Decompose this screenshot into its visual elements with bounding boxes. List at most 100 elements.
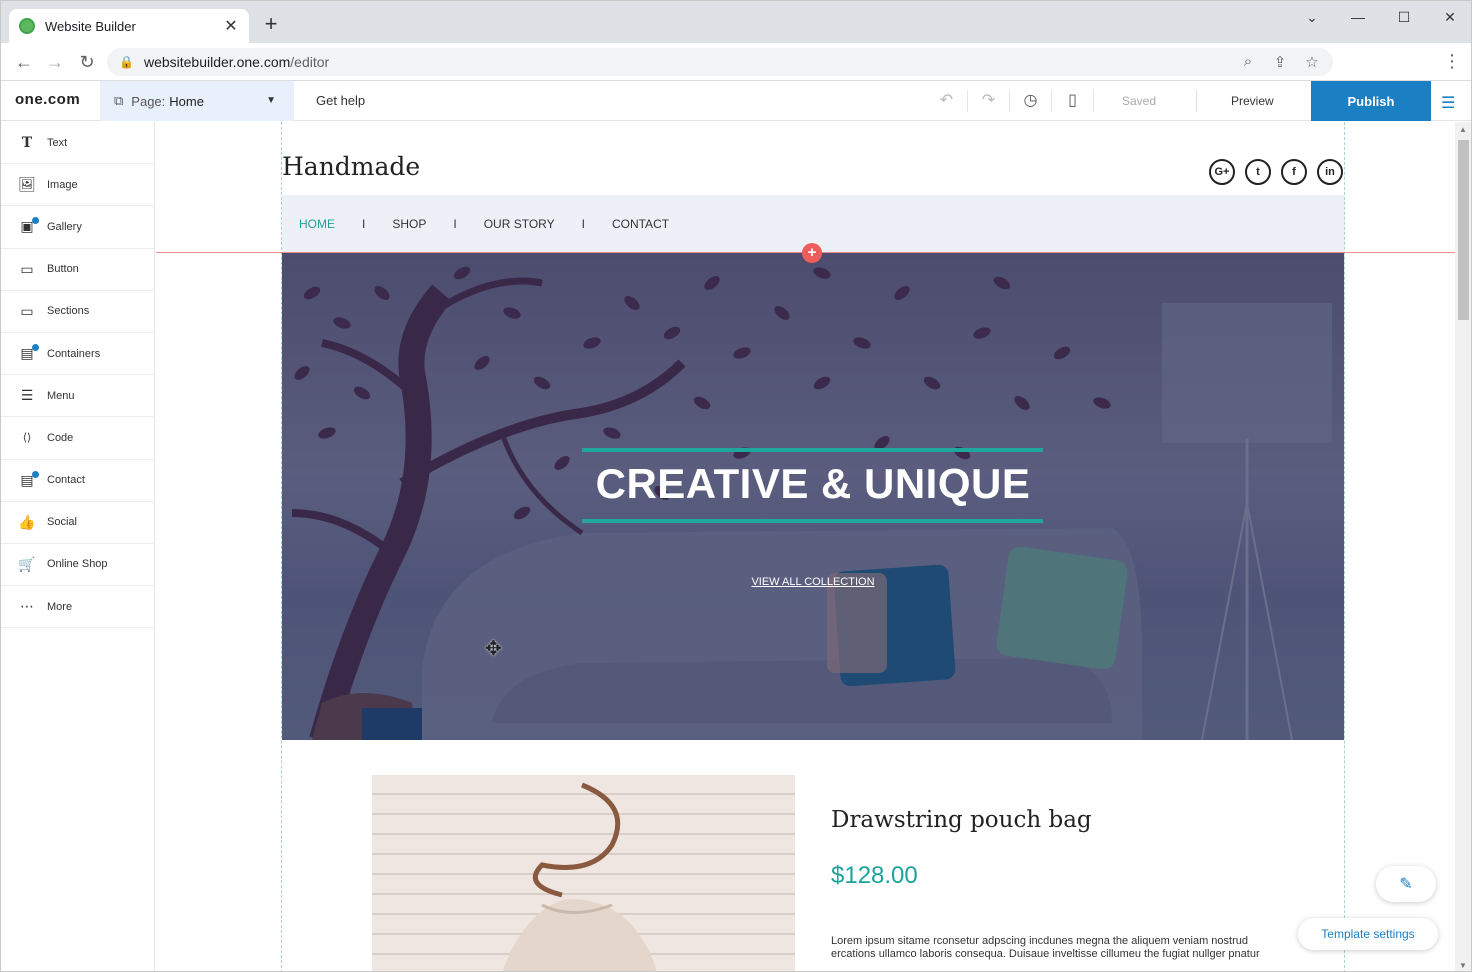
linkedin-icon[interactable]: in (1317, 159, 1343, 185)
add-section-button[interactable]: + (802, 243, 822, 263)
browser-menu-icon[interactable]: ⋮ (1443, 51, 1461, 72)
preview-button[interactable]: Preview (1231, 94, 1274, 108)
tab-strip: Website Builder ✕ + ⌄ — ☐ ✕ (1, 1, 1471, 43)
tab-search-icon[interactable]: ⌄ (1289, 1, 1335, 33)
mobile-view-icon[interactable]: ▯ (1052, 90, 1094, 112)
sections-icon: ▭ (20, 302, 34, 319)
thumbs-up-icon: 👍 (18, 513, 36, 530)
history-icon[interactable]: ◷ (1010, 90, 1052, 112)
browser-tab[interactable]: Website Builder ✕ (9, 9, 249, 43)
tab-close-icon[interactable]: ✕ (223, 16, 239, 36)
sidebar-item-more[interactable]: ⋯ More (1, 586, 154, 629)
button-icon: ▭ (20, 260, 34, 277)
image-icon: 🖼 (18, 176, 36, 193)
url-path: /editor (290, 54, 330, 70)
nav-home[interactable]: HOME (299, 217, 335, 231)
product-description[interactable]: Lorem ipsum sitame rconsetur adpscing in… (831, 935, 1261, 961)
browser-window: Website Builder ✕ + ⌄ — ☐ ✕ ← → ↻ 🔒 webs… (0, 0, 1472, 972)
nav-shop[interactable]: SHOP (392, 217, 426, 231)
cart-icon: 🛒 (18, 555, 36, 572)
toolbar-divider (1196, 90, 1197, 112)
sidebar-item-social[interactable]: 👍 Social (1, 502, 154, 544)
forward-arrow-icon[interactable]: → (44, 51, 66, 73)
page-label: Page: (131, 93, 166, 109)
new-tab-button[interactable]: + (259, 13, 283, 35)
scroll-down-icon[interactable]: ▼ (1459, 961, 1467, 970)
undo-icon[interactable]: ↶ (926, 90, 968, 112)
minimize-button[interactable]: — (1335, 1, 1381, 33)
move-cursor-icon: ✥ (485, 638, 502, 660)
sidebar-item-label: Sections (47, 305, 90, 318)
maximize-button[interactable]: ☐ (1381, 1, 1427, 33)
template-settings-button[interactable]: Template settings (1298, 918, 1438, 950)
nav-contact[interactable]: CONTACT (612, 217, 669, 231)
close-window-button[interactable]: ✕ (1427, 1, 1471, 33)
brand-logo: one.com (15, 91, 81, 108)
publish-button[interactable]: Publish (1311, 81, 1431, 121)
sidebar-item-containers[interactable]: ▤ Containers (1, 333, 154, 376)
editor-toolbar: one.com ⧉ Page: Home ▼ Get help ↶ ↷ ◷ ▯ … (1, 81, 1471, 121)
sidebar-item-label: Button (47, 263, 79, 276)
text-icon: T (21, 134, 33, 151)
zoom-icon[interactable]: ⌕ (1239, 53, 1257, 71)
site-title[interactable]: Handmade (282, 152, 420, 181)
sidebar-item-code[interactable]: ⟨⟩ Code (1, 417, 154, 460)
sidebar-item-label: Gallery (47, 220, 82, 233)
canvas-scrollbar[interactable]: ▲ ▼ (1455, 122, 1471, 971)
sidebar-item-button[interactable]: ▭ Button (1, 249, 154, 291)
google-plus-icon[interactable]: G+ (1209, 159, 1235, 185)
facebook-icon[interactable]: f (1281, 159, 1307, 185)
sidebar-item-label: More (47, 600, 73, 613)
get-help-link[interactable]: Get help (316, 93, 365, 108)
page-icon: ⧉ (114, 93, 124, 108)
sidebar-item-label: Code (47, 431, 74, 444)
new-badge-dot (32, 217, 39, 225)
save-status: Saved (1122, 94, 1157, 108)
design-palette-icon[interactable]: ✎ (1376, 866, 1436, 902)
sidebar-item-label: Online Shop (47, 558, 108, 571)
sidebar-item-contact[interactable]: ▤ Contact (1, 460, 154, 502)
bookmark-star-icon[interactable]: ☆ (1303, 53, 1321, 71)
menu-icon: ☰ (20, 387, 34, 404)
sidebar-item-label: Image (47, 178, 78, 191)
sidebar-item-online-shop[interactable]: 🛒 Online Shop (1, 544, 154, 587)
product-image[interactable] (372, 775, 795, 971)
sidebar-item-menu[interactable]: ☰ Menu (1, 375, 154, 418)
product-name[interactable]: Drawstring pouch bag (831, 807, 1092, 833)
pouch-bag-art (502, 782, 657, 971)
page-selector[interactable]: ⧉ Page: Home ▼ (100, 81, 294, 121)
scroll-up-icon[interactable]: ▲ (1459, 125, 1467, 134)
code-icon: ⟨⟩ (22, 432, 32, 445)
hero-top-rule (582, 448, 1043, 452)
sidebar-item-label: Text (47, 136, 68, 149)
editor-canvas[interactable]: Handmade G+ t f in HOME I SHOP I OUR STO… (156, 122, 1455, 971)
nav-separator: I (581, 216, 585, 231)
favicon-icon (19, 18, 35, 34)
sidebar-item-text[interactable]: T Text (1, 122, 154, 165)
share-icon[interactable]: ⇪ (1271, 53, 1289, 71)
redo-icon[interactable]: ↷ (968, 90, 1010, 112)
product-price[interactable]: $128.00 (831, 862, 918, 890)
lock-icon: 🔒 (119, 55, 134, 69)
reload-icon[interactable]: ↻ (76, 51, 98, 73)
settings-menu-icon[interactable]: ☰ (1441, 93, 1455, 113)
sidebar-item-gallery[interactable]: ▣ Gallery (1, 206, 154, 249)
sidebar-item-sections[interactable]: ▭ Sections (1, 291, 154, 333)
editor-tool-icons: ↶ ↷ ◷ ▯ (926, 81, 1094, 121)
twitter-icon[interactable]: t (1245, 159, 1271, 185)
hero-title[interactable]: CREATIVE & UNIQUE (282, 460, 1344, 508)
new-badge-dot (32, 343, 39, 351)
hero-section[interactable]: CREATIVE & UNIQUE VIEW ALL COLLECTION ✥ (282, 253, 1344, 740)
nav-separator: I (362, 216, 366, 231)
new-badge-dot (32, 470, 39, 478)
url-field[interactable]: 🔒 websitebuilder.one.com /editor ⌕ ⇪ ☆ (107, 48, 1333, 76)
sidebar-item-label: Menu (47, 389, 75, 402)
scrollbar-thumb[interactable] (1458, 140, 1469, 320)
element-sidebar: T Text 🖼 Image ▣ Gallery ▭ Button ▭ Sections … (1, 122, 155, 971)
sidebar-item-image[interactable]: 🖼 Image (1, 164, 154, 207)
view-all-collection-link[interactable]: VIEW ALL COLLECTION (282, 576, 1344, 588)
sidebar-item-label: Social (47, 516, 77, 529)
chevron-down-icon: ▼ (266, 95, 276, 106)
back-arrow-icon[interactable]: ← (13, 51, 35, 73)
nav-our-story[interactable]: OUR STORY (484, 217, 555, 231)
